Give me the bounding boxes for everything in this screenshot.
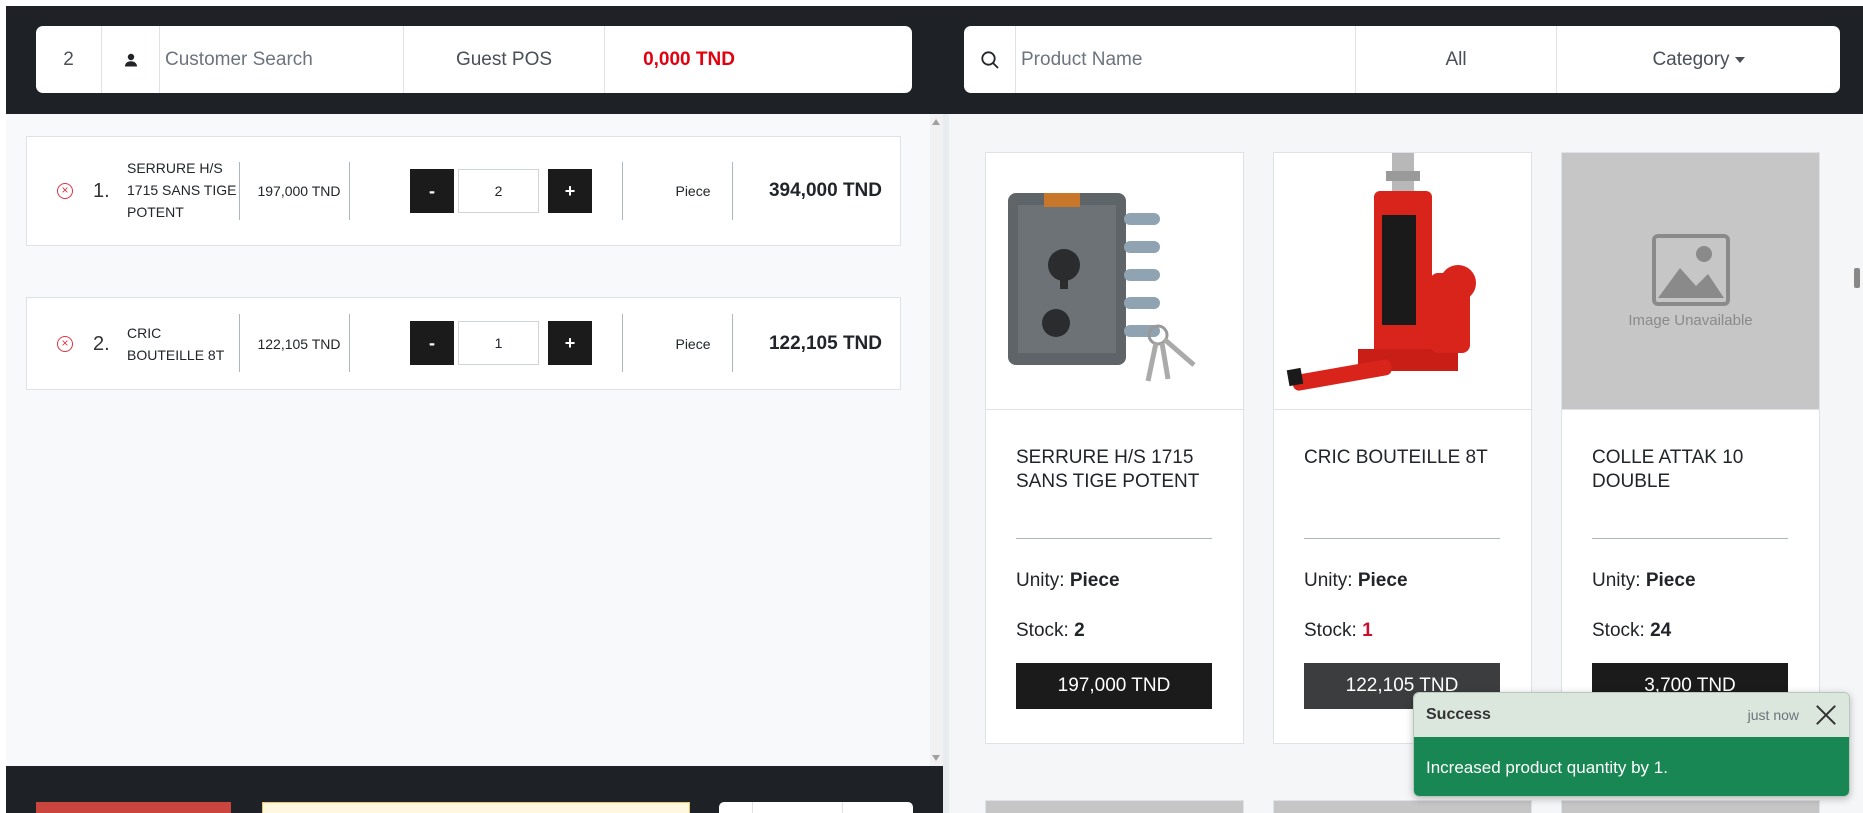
footer-field[interactable]	[262, 802, 690, 813]
product-card[interactable]: Image Unavailable COLLE ATTAK 10 DOUBLE …	[1561, 152, 1820, 744]
image-placeholder-icon	[1651, 233, 1730, 306]
item-unit: Piece	[675, 336, 711, 352]
order-total: 0,000 TND	[643, 48, 735, 70]
decrease-qty-button[interactable]: -	[410, 169, 454, 213]
customer-bar: 2 Guest POS 0,000 TND	[36, 26, 912, 93]
cart-scrollbar[interactable]	[930, 114, 943, 766]
product-scrollbar[interactable]	[1851, 114, 1863, 813]
item-total: 394,000 TND	[768, 180, 882, 201]
remove-item-icon[interactable]: ×	[57, 336, 73, 352]
cart-list: × 1. SERRURE H/S 1715 SANS TIGE POTENT 1…	[6, 114, 930, 766]
product-card[interactable]	[1273, 800, 1532, 813]
product-search-input[interactable]	[1016, 26, 1352, 93]
product-unity: Unity: Piece	[1304, 570, 1408, 591]
product-unity: Unity: Piece	[1592, 570, 1696, 591]
search-icon	[964, 26, 1016, 93]
category-label: Category	[1652, 48, 1730, 70]
item-index: 2.	[93, 333, 110, 355]
cart-row: × 2. CRIC BOUTEILLE 8T 122,105 TND - 1 +…	[26, 297, 901, 390]
caret-down-icon	[1734, 56, 1745, 63]
scroll-down-arrow-icon[interactable]	[932, 755, 940, 761]
product-unity: Unity: Piece	[1016, 570, 1120, 591]
product-name: COLLE ATTAK 10 DOUBLE	[1592, 447, 1744, 492]
image-unavailable-text: Image Unavailable	[1628, 311, 1753, 329]
product-price-button[interactable]: 197,000 TND	[1016, 663, 1212, 709]
cart-footer	[6, 766, 943, 813]
close-icon[interactable]	[1815, 704, 1837, 726]
pos-screen: 2 Guest POS 0,000 TND All Category	[6, 6, 1863, 813]
item-price: 197,000 TND	[257, 183, 341, 199]
item-unit: Piece	[675, 183, 711, 199]
cart-count[interactable]: 2	[36, 26, 102, 93]
decrease-qty-button[interactable]: -	[410, 321, 454, 365]
item-total: 122,105 TND	[768, 333, 882, 354]
quantity-input[interactable]: 2	[458, 169, 539, 213]
toast-time: just now	[1747, 707, 1799, 723]
customer-header: 2 Guest POS 0,000 TND	[6, 6, 943, 114]
product-header: All Category	[943, 6, 1863, 114]
toast-title: Success	[1426, 706, 1491, 723]
product-card[interactable]	[1561, 800, 1820, 813]
product-bar: All Category	[964, 26, 1840, 93]
filter-all-button[interactable]: All	[1356, 26, 1557, 93]
product-stock: Stock: 1	[1304, 620, 1373, 641]
product-stock: Stock: 2	[1016, 620, 1085, 641]
quantity-input[interactable]: 1	[458, 321, 539, 365]
product-stock: Stock: 24	[1592, 620, 1672, 641]
scroll-up-arrow-icon[interactable]	[932, 119, 940, 125]
footer-controls[interactable]	[719, 802, 913, 813]
product-name: SERRURE H/S 1715 SANS TIGE POTENT	[1016, 447, 1200, 492]
user-icon[interactable]	[102, 26, 160, 93]
increase-qty-button[interactable]: +	[548, 321, 592, 365]
product-image	[986, 153, 1243, 410]
success-toast: Success just now Increased product quant…	[1413, 692, 1850, 797]
item-name: SERRURE H/S 1715 SANS TIGE POTENT	[127, 160, 237, 220]
product-card[interactable]: SERRURE H/S 1715 SANS TIGE POTENT Unity:…	[985, 152, 1244, 744]
cancel-order-button[interactable]	[36, 802, 231, 813]
item-index: 1.	[93, 180, 110, 202]
item-name: CRIC BOUTEILLE 8T	[127, 325, 225, 363]
product-card[interactable]: CRIC BOUTEILLE 8T Unity: Piece Stock: 1 …	[1273, 152, 1532, 744]
category-dropdown[interactable]: Category	[1557, 26, 1840, 93]
toast-message: Increased product quantity by 1.	[1414, 737, 1849, 796]
image-unavailable-placeholder: Image Unavailable	[1562, 153, 1819, 410]
increase-qty-button[interactable]: +	[548, 169, 592, 213]
product-card[interactable]	[985, 800, 1244, 813]
item-price: 122,105 TND	[257, 336, 341, 352]
product-name: CRIC BOUTEILLE 8T	[1304, 447, 1488, 468]
customer-search-input[interactable]	[160, 26, 400, 93]
remove-item-icon[interactable]: ×	[57, 183, 73, 199]
cart-row: × 1. SERRURE H/S 1715 SANS TIGE POTENT 1…	[26, 136, 901, 246]
product-image	[1274, 153, 1531, 410]
customer-name[interactable]: Guest POS	[404, 26, 605, 93]
toast-header: Success just now	[1414, 693, 1849, 737]
